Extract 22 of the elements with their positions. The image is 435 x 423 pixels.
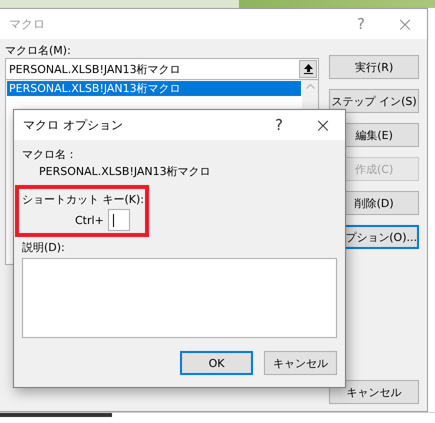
description-field[interactable] [22,258,337,338]
field-label: 説明(D): [22,240,66,255]
field-label: ショートカット キー(K): [22,192,141,207]
macro-name-field[interactable]: PERSONAL.XLSB!JAN13桁マクロ [5,58,320,80]
upload-button[interactable] [299,60,318,78]
field-label: マクロ名： [22,147,78,162]
dialog-button[interactable]: OK [180,351,253,375]
macro-list-item[interactable]: PERSONAL.XLSB!JAN13桁マクロ [7,81,302,96]
window-title: マクロ [9,16,46,32]
macro-name-text: PERSONAL.XLSB!JAN13桁マクロ [38,164,212,179]
field-label: マクロ名(M): [5,43,72,58]
shortcut-key-field[interactable] [108,209,130,231]
close-button[interactable]: × [383,16,427,32]
up-arrow-icon [304,64,313,74]
help-button[interactable]: ? [257,118,301,132]
cancel-button[interactable]: キャンセル [329,380,419,404]
window-title: マクロ オプション [23,118,124,132]
help-button[interactable]: ? [339,16,383,32]
dialog-button[interactable]: キャンセル [264,351,337,375]
key-prefix-label: Ctrl+ [75,212,104,228]
dialog-button[interactable]: 実行(R) [329,55,419,79]
dialog-button[interactable]: ステップ イン(S) [329,89,419,113]
